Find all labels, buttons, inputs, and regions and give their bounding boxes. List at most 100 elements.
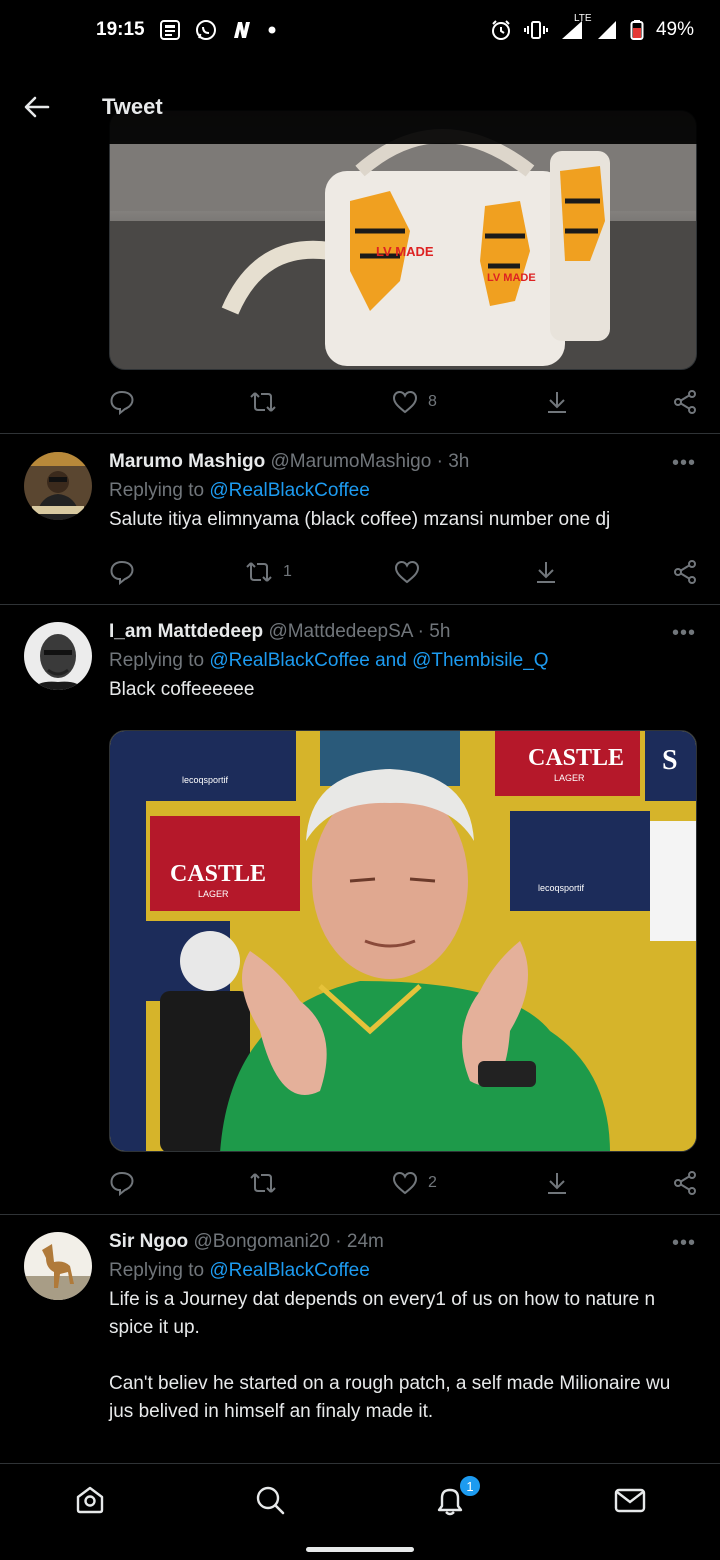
bookmark-download-button[interactable] [544, 1170, 570, 1196]
retweet-icon [250, 392, 276, 412]
mention-link[interactable]: @RealBlackCoffee [209, 1260, 369, 1281]
status-bar: 19:15 LTE 49% [0, 0, 720, 60]
page-title: Tweet [102, 94, 163, 119]
search-icon [256, 1486, 285, 1515]
replying-prefix: Replying to [109, 480, 210, 501]
reply-header: Sir Ngoo @Bongomani20 · 24m [109, 1228, 696, 1256]
replying-to: Replying to @RealBlackCoffee [109, 1256, 696, 1286]
top-app-bar: Tweet [0, 70, 720, 144]
castle-sign: CASTLE [528, 745, 624, 771]
divider [0, 1214, 720, 1215]
reply-button[interactable] [109, 559, 135, 585]
divider [0, 604, 720, 605]
reply-tweet-image[interactable]: CASTLE LAGER CASTLE LAGER lecoqsportif l… [109, 730, 697, 1152]
meta-separator: · [412, 621, 430, 642]
notification-dot-icon [267, 25, 277, 35]
main-tweet-actions: 8 [109, 382, 709, 422]
more-options-button[interactable]: ••• [672, 1232, 696, 1255]
heart-icon [392, 390, 418, 414]
bag-illustration: LV MADE LV MADE [110, 129, 696, 369]
news-app-icon [231, 19, 253, 41]
back-button[interactable] [0, 70, 74, 144]
reply-button[interactable] [109, 1170, 135, 1196]
reply-actions: 1 [109, 552, 709, 592]
vibrate-icon [523, 19, 548, 41]
mail-icon [614, 1488, 646, 1513]
main-tweet-image[interactable]: LV MADE LV MADE [109, 110, 697, 370]
like-button[interactable]: 8 [392, 390, 437, 414]
divider [0, 433, 720, 434]
share-button[interactable] [672, 559, 698, 585]
replying-to: Replying to @RealBlackCoffee and @Thembi… [109, 646, 696, 676]
bookmark-download-button[interactable] [533, 559, 559, 585]
more-options-button[interactable]: ••• [672, 452, 696, 475]
bottom-navigation: 1 [0, 1463, 720, 1560]
reply-header: Marumo Mashigo @MarumoMashigo · 3h [109, 448, 696, 476]
reply-icon [110, 1171, 134, 1196]
share-icon [674, 390, 696, 414]
download-icon [537, 562, 555, 583]
display-name[interactable]: I_am Mattdedeep [109, 621, 263, 642]
meta-separator: · [431, 451, 449, 472]
sponsor-sign: lecoqsportif [182, 775, 229, 785]
alarm-icon [490, 19, 512, 41]
signal-lte-icon: LTE [560, 13, 592, 41]
retweet-button[interactable] [249, 389, 277, 415]
retweet-button[interactable]: 1 [245, 559, 292, 585]
retweet-icon [250, 1173, 276, 1193]
home-icon [76, 1486, 104, 1514]
timestamp: 3h [448, 451, 470, 472]
battery-icon [630, 19, 644, 41]
press-conference-photo: CASTLE LAGER CASTLE LAGER lecoqsportif l… [110, 731, 696, 1151]
gesture-bar[interactable] [306, 1547, 414, 1552]
reply-icon [110, 560, 134, 585]
download-icon [548, 392, 566, 413]
castle-sub-sign-2: LAGER [198, 889, 229, 899]
replying-prefix: Replying to [109, 650, 210, 671]
nav-messages[interactable] [540, 1464, 720, 1536]
handle[interactable]: @Bongomani20 [193, 1231, 330, 1252]
tweet-text: Salute itiya elimnyama (black coffee) mz… [109, 509, 611, 530]
tweet-text: Life is a Journey dat depends on every1 … [109, 1289, 671, 1422]
tweet-text: Black coffeeeeee [109, 679, 255, 700]
download-icon [548, 1173, 566, 1194]
meta-separator: · [330, 1231, 347, 1252]
whatsapp-icon [195, 19, 217, 41]
mention-link[interactable]: @RealBlackCoffee and @Thembisile_Q [209, 650, 548, 671]
share-icon [674, 1171, 696, 1195]
news-icon [159, 19, 181, 41]
nav-notifications[interactable]: 1 [360, 1464, 540, 1536]
display-name[interactable]: Sir Ngoo [109, 1231, 188, 1252]
reply-tweet[interactable]: I_am Mattdedeep @MattdedeepSA · 5h Reply… [0, 618, 720, 728]
avatar[interactable] [24, 452, 92, 520]
avatar[interactable] [24, 1232, 92, 1300]
nav-search[interactable] [180, 1464, 360, 1536]
bookmark-download-button[interactable] [544, 389, 570, 415]
like-count: 2 [428, 1174, 437, 1191]
like-button[interactable] [394, 560, 420, 584]
reply-header: I_am Mattdedeep @MattdedeepSA · 5h [109, 618, 696, 646]
handle[interactable]: @MarumoMashigo [271, 451, 432, 472]
battery-percent: 49% [655, 19, 694, 40]
share-button[interactable] [672, 1170, 698, 1196]
like-button[interactable]: 2 [392, 1171, 437, 1195]
castle-sign-2: CASTLE [170, 861, 266, 887]
nav-home[interactable] [0, 1464, 180, 1536]
share-button[interactable] [672, 389, 698, 415]
reply-actions: 2 [109, 1163, 709, 1203]
retweet-icon [246, 562, 272, 582]
arrow-left-icon [24, 96, 50, 118]
reply-tweet[interactable]: Sir Ngoo @Bongomani20 · 24m Replying to … [0, 1228, 720, 1458]
share-icon [674, 560, 696, 584]
retweet-button[interactable] [249, 1170, 277, 1196]
reply-icon [110, 390, 134, 415]
more-options-button[interactable]: ••• [672, 622, 696, 645]
reply-button[interactable] [109, 389, 135, 415]
signal-icon [596, 19, 618, 41]
avatar[interactable] [24, 622, 92, 690]
mention-link[interactable]: @RealBlackCoffee [209, 480, 369, 501]
display-name[interactable]: Marumo Mashigo [109, 451, 265, 472]
heart-icon [394, 560, 420, 584]
handle[interactable]: @MattdedeepSA [268, 621, 412, 642]
castle-sub-sign: LAGER [554, 773, 585, 783]
